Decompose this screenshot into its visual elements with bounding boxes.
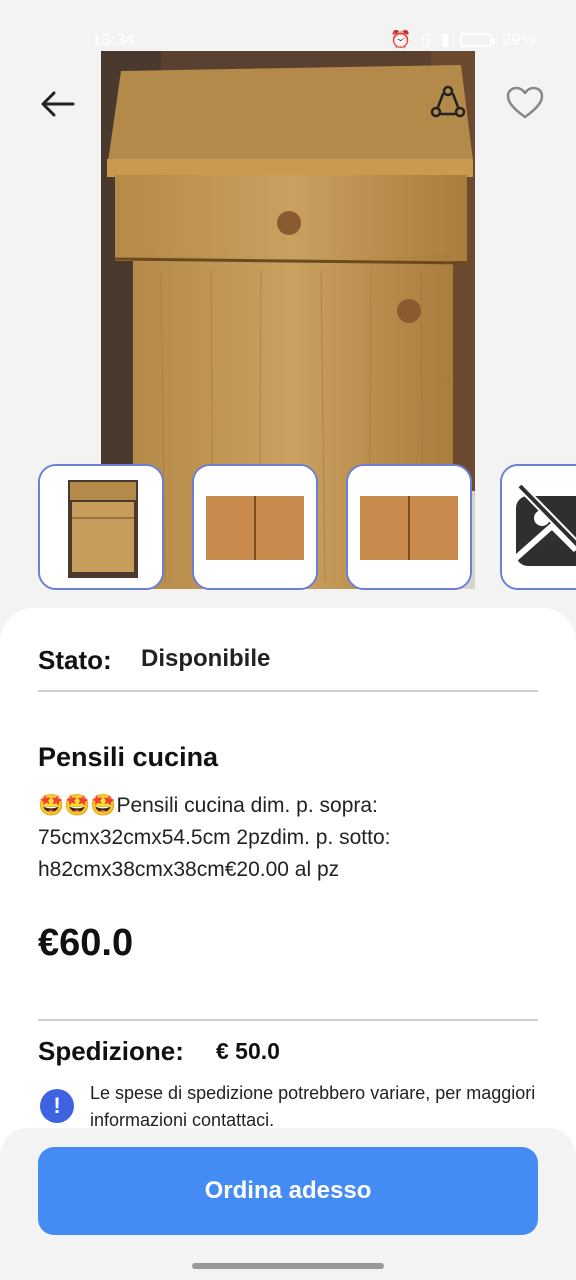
shipping-note: Le spese di spedizione potrebbero variar… — [90, 1083, 536, 1130]
status-value: Disponibile — [141, 645, 271, 672]
heart-icon — [506, 86, 544, 119]
thumbnail-1[interactable] — [38, 464, 164, 590]
shipping-value: € 50.0 — [216, 1038, 280, 1064]
product-description: 🤩🤩🤩Pensili cucina dim. p. sopra: 75cmx32… — [38, 794, 391, 881]
battery-icon — [459, 33, 495, 47]
product-title: Pensili cucina — [38, 742, 219, 772]
thumbnail-2[interactable] — [192, 464, 318, 590]
alarm-icon: ⏰ — [390, 30, 412, 49]
favorite-button[interactable] — [504, 82, 546, 124]
status-label: Stato: — [38, 645, 112, 675]
arrow-left-icon — [41, 91, 75, 117]
share-icon — [430, 85, 466, 118]
vibrate-icon: ▯ — [421, 30, 431, 49]
signal-icon: ▮ — [440, 30, 450, 49]
status-time: 13:34 — [92, 30, 135, 49]
share-button[interactable] — [428, 82, 468, 122]
shipping-label: Spedizione: — [38, 1036, 184, 1066]
divider — [38, 690, 538, 692]
home-indicator[interactable] — [192, 1263, 384, 1269]
thumbnail-4[interactable] — [500, 464, 576, 590]
product-price: €60.0 — [38, 922, 134, 964]
info-icon: ! — [40, 1089, 74, 1123]
order-now-button[interactable]: Ordina adesso — [38, 1147, 538, 1235]
broken-image-icon — [502, 466, 576, 588]
thumbnail-strip[interactable] — [38, 464, 576, 592]
status-icons: ⏰ ▯ ▮ 29% — [390, 30, 536, 50]
status-bar: 13:34 ⏰ ▯ ▮ 29% — [0, 0, 576, 78]
battery-percent: 29% — [501, 30, 536, 49]
thumbnail-3[interactable] — [346, 464, 472, 590]
divider — [38, 1019, 538, 1021]
back-button[interactable] — [36, 82, 80, 126]
